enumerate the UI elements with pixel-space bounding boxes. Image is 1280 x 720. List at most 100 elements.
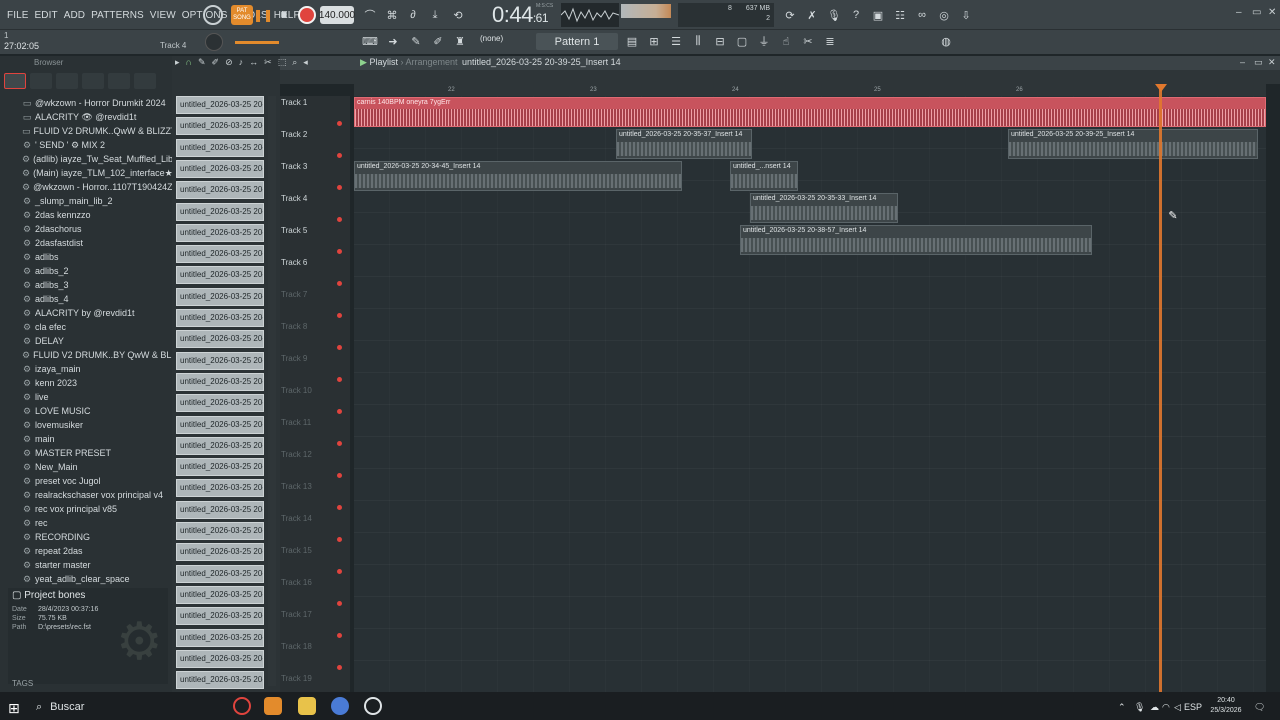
audio-clip[interactable]: untitled_...nsert 14: [730, 161, 798, 191]
playlist-icon[interactable]: ▤: [624, 33, 640, 49]
browser-item[interactable]: ⚙ ' SEND ' ⚙ MIX 2: [0, 138, 172, 152]
track-mute-toggle[interactable]: [337, 281, 342, 286]
browser-item[interactable]: ⚙ _slump_main_lib_2: [0, 194, 172, 208]
track-mute-toggle[interactable]: [337, 601, 342, 606]
track-mute-toggle[interactable]: [337, 409, 342, 414]
picker-clip[interactable]: untitled_2026-03-25 20-...: [176, 479, 264, 498]
picker-clip[interactable]: untitled_2026-03-25 20-...: [176, 649, 264, 668]
track-label[interactable]: Track 17: [281, 610, 312, 619]
track-label[interactable]: Track 3: [281, 162, 307, 171]
chrome-icon[interactable]: [331, 697, 349, 715]
loop-record-icon[interactable]: ⟲: [450, 6, 466, 24]
stamp-icon[interactable]: ♜: [452, 33, 468, 49]
browser-item[interactable]: ⚙ starter master: [0, 558, 172, 572]
picker-clip[interactable]: untitled_2026-03-25 20-...: [176, 671, 264, 690]
cpu-dial-icon[interactable]: [203, 5, 223, 25]
windows-start-icon[interactable]: ⊞: [8, 700, 20, 717]
browser-tab-current[interactable]: [56, 73, 78, 89]
track-label[interactable]: Track 18: [281, 642, 312, 651]
playhead-marker[interactable]: [1155, 84, 1167, 92]
browser-item[interactable]: ⚙ rec: [0, 516, 172, 530]
track-mute-toggle[interactable]: [337, 345, 342, 350]
countdown-icon[interactable]: ∂: [405, 6, 421, 24]
track-mute-toggle[interactable]: [337, 249, 342, 254]
browser-item[interactable]: ⚙ cla efec: [0, 320, 172, 334]
channel-icon[interactable]: ⊟: [712, 33, 728, 49]
minimize-icon[interactable]: ‒: [1236, 7, 1242, 18]
track-mute-toggle[interactable]: [337, 569, 342, 574]
select-icon[interactable]: ⬚: [278, 57, 287, 69]
tray-network-icon[interactable]: ☁: [1150, 702, 1159, 713]
picker-scrollbar[interactable]: [268, 96, 276, 686]
picker-clip[interactable]: untitled_2026-03-25 20-...: [176, 96, 264, 114]
browser-item[interactable]: ⚙ rec vox principal v85: [0, 502, 172, 516]
help-icon[interactable]: ?: [848, 6, 864, 24]
piano-roll-icon[interactable]: ☰: [668, 33, 684, 49]
browser-item[interactable]: ⚙ adlibs: [0, 250, 172, 264]
mixer-icon[interactable]: ☷: [892, 6, 908, 24]
track-mute-toggle[interactable]: [337, 633, 342, 638]
timeline-ruler[interactable]: [354, 84, 1266, 96]
opera-icon[interactable]: [233, 697, 251, 715]
track-label[interactable]: Track 13: [281, 482, 312, 491]
audio-clip[interactable]: carnis 140BPM oneyra 7ygErr: [354, 97, 1266, 127]
track-mute-toggle[interactable]: [337, 121, 342, 126]
touch-icon[interactable]: ☝: [778, 33, 794, 49]
browser-item[interactable]: ⚙ LOVE MUSIC: [0, 404, 172, 418]
browser-item[interactable]: ⚙ RECORDING: [0, 530, 172, 544]
browser-item[interactable]: ⚙@wkzown - Horror..1107T190424Z-001: [0, 180, 172, 194]
record-button[interactable]: [298, 6, 316, 24]
picker-clip[interactable]: untitled_2026-03-25 20-...: [176, 202, 264, 221]
browser-item[interactable]: ⚙ izaya_main: [0, 362, 172, 376]
browser-item[interactable]: ⚙ adlibs_4: [0, 292, 172, 306]
picker-clip[interactable]: untitled_2026-03-25 20-...: [176, 351, 264, 370]
notification-icon[interactable]: 🗨: [1254, 702, 1265, 713]
playlist-maximize-icon[interactable]: ▭: [1254, 57, 1263, 68]
audio-clip[interactable]: untitled_2026-03-25 20-35-37_Insert 14: [616, 129, 752, 159]
menu-item-patterns[interactable]: PATTERNS: [88, 10, 147, 21]
globe-icon[interactable]: ◍: [938, 33, 954, 49]
picker-clip[interactable]: untitled_2026-03-25 20-...: [176, 181, 264, 200]
pattern-selector[interactable]: Pattern 1: [536, 33, 618, 50]
arrow-icon[interactable]: ➜: [385, 33, 401, 49]
browser-item[interactable]: ⚙ 2das kennzzo: [0, 208, 172, 222]
audio-clip[interactable]: untitled_2026-03-25 20-39-25_Insert 14: [1008, 129, 1258, 159]
cut-icon[interactable]: ✂: [800, 33, 816, 49]
track-label[interactable]: Track 14: [281, 514, 312, 523]
mic-icon[interactable]: 🎙: [826, 6, 842, 24]
playlist-close-icon[interactable]: ✕: [1268, 57, 1276, 68]
picker-clip[interactable]: untitled_2026-03-25 20-...: [176, 500, 264, 519]
picker-clip[interactable]: untitled_2026-03-25 20-...: [176, 287, 264, 306]
browser-item[interactable]: ▭ ALACRITY 👁 @revdid1t: [0, 110, 172, 124]
browser-item[interactable]: ⚙ yeat_adlib_clear_space: [0, 572, 172, 586]
master-volume-knob[interactable]: [205, 33, 223, 51]
wait-icon[interactable]: ⌘: [384, 6, 400, 24]
delete-icon[interactable]: ⊘: [225, 57, 233, 69]
track-label[interactable]: Track 12: [281, 450, 312, 459]
track-label[interactable]: Track 11: [281, 418, 311, 427]
browser-item[interactable]: ⚙ MASTER PRESET: [0, 446, 172, 460]
browser-item[interactable]: ⚙ live: [0, 390, 172, 404]
browser-item[interactable]: ⚙ ALACRITY by @revdid1t: [0, 306, 172, 320]
picker-clip[interactable]: untitled_2026-03-25 20-...: [176, 522, 264, 540]
pause-icon[interactable]: ❚❚: [253, 6, 273, 24]
track-label[interactable]: Track 10: [281, 386, 312, 395]
audio-clip[interactable]: untitled_2026-03-25 20-35-33_Insert 14: [750, 193, 898, 223]
playback-icon[interactable]: ◂: [303, 57, 308, 69]
file-explorer-icon[interactable]: [298, 697, 316, 715]
track-mute-toggle[interactable]: [337, 377, 342, 382]
mixer-view-icon[interactable]: ⫼: [690, 33, 706, 49]
browser-item[interactable]: ⚙ lovemusiker: [0, 418, 172, 432]
taskbar-search[interactable]: ⌕ Buscar: [36, 697, 226, 717]
playhead[interactable]: [1159, 84, 1162, 692]
menu-item-add[interactable]: ADD: [61, 10, 88, 21]
stop-icon[interactable]: ■: [277, 6, 291, 24]
track-mute-toggle[interactable]: [337, 313, 342, 318]
refresh-icon[interactable]: ⟳: [782, 6, 798, 24]
track-label[interactable]: Track 4: [281, 194, 307, 203]
keyboard-icon[interactable]: ⌨: [362, 33, 378, 49]
zoom-icon[interactable]: ⌕: [292, 57, 297, 69]
track-mute-toggle[interactable]: [337, 217, 342, 222]
draw-icon[interactable]: ✎: [198, 57, 206, 69]
browser-item[interactable]: ⚙ New_Main: [0, 460, 172, 474]
